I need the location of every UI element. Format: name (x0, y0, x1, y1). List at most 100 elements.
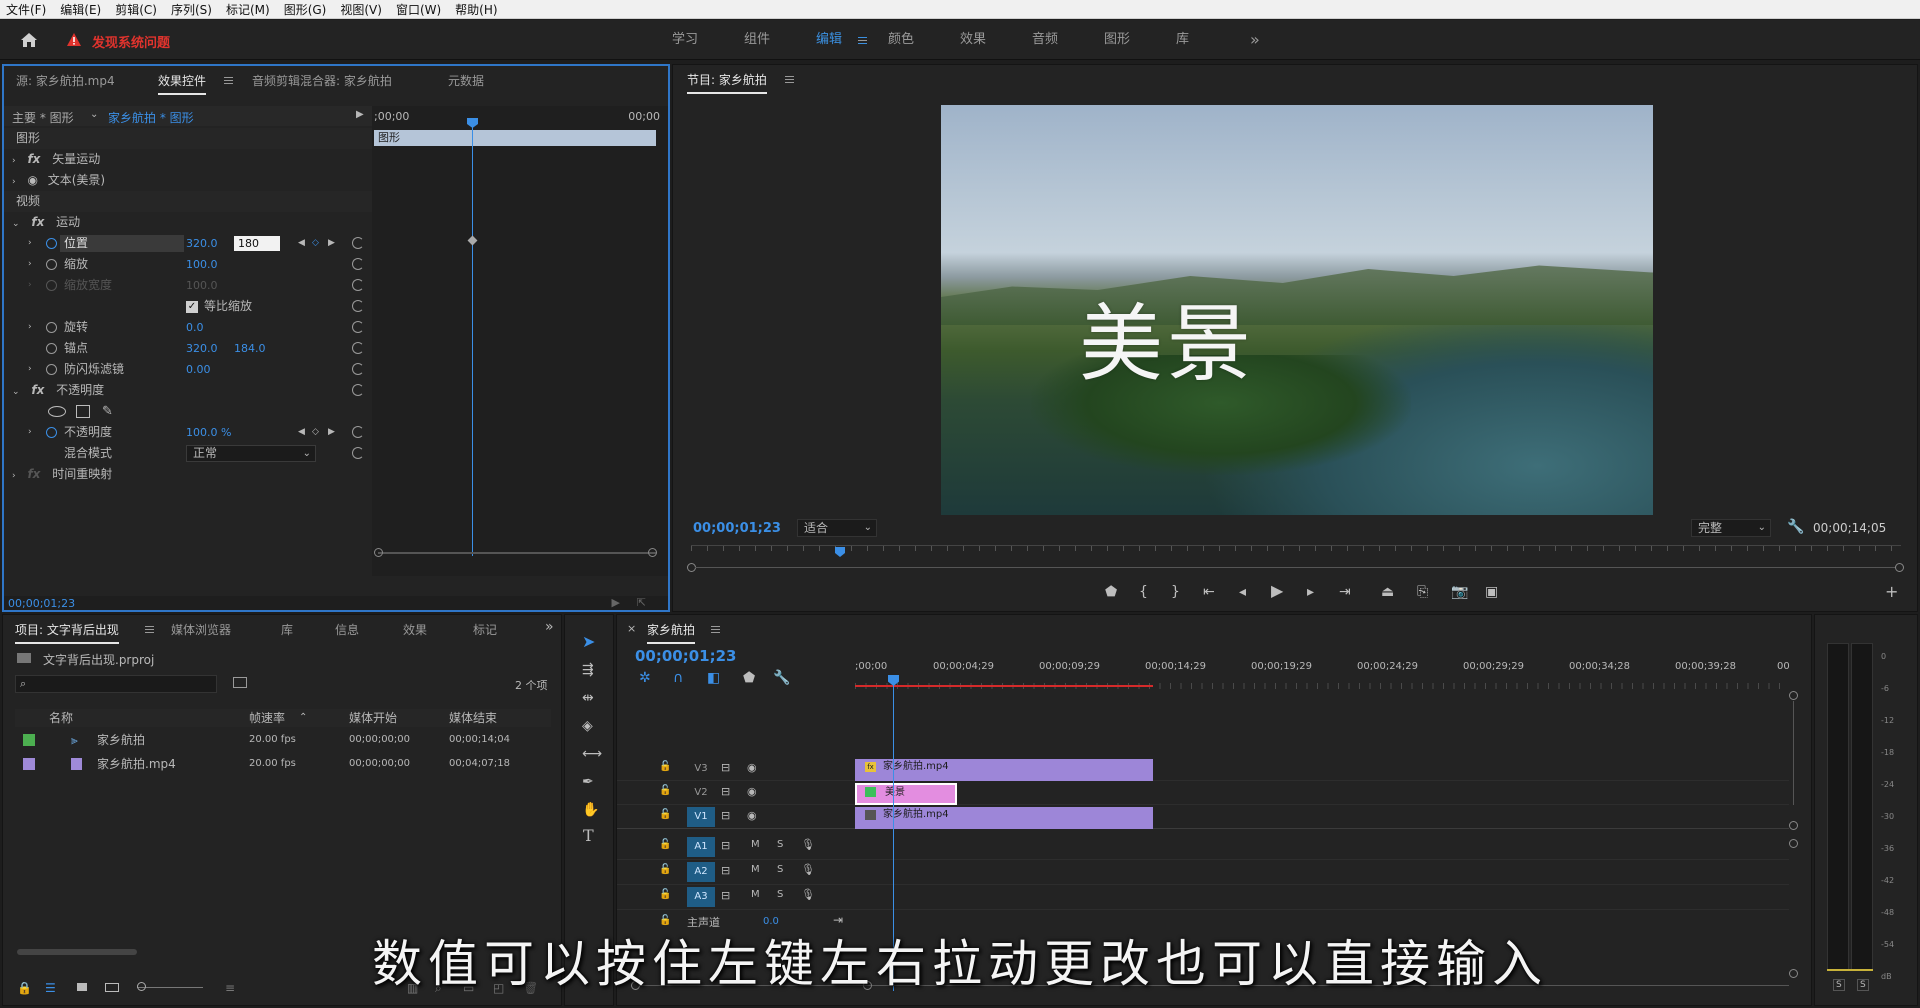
menu-help[interactable]: 帮助(H) (455, 1, 497, 18)
razor-tool-icon[interactable]: ◈ (582, 719, 593, 733)
add-button-icon[interactable]: + (1885, 584, 1898, 600)
ec-timeline[interactable]: ;00;00 00;00 图形 (372, 106, 668, 576)
vscroll-handle-bottom[interactable] (1789, 821, 1798, 830)
rotation-value[interactable]: 0.0 (186, 317, 204, 338)
reset-icon[interactable] (352, 279, 364, 291)
flicker-value[interactable]: 0.00 (186, 359, 211, 380)
export-frame-icon[interactable]: ⇱ (637, 596, 646, 609)
mark-in-icon[interactable]: { (1139, 585, 1148, 599)
play-icon[interactable]: ▶ (1271, 583, 1283, 599)
row-rotation[interactable]: › 旋转 0.0 (4, 317, 372, 338)
tab-markers[interactable]: 标记 (473, 621, 497, 638)
stopwatch-icon[interactable] (46, 343, 57, 354)
clip-v1[interactable]: 家乡航拍.mp4 (855, 807, 1153, 829)
col-media-end[interactable]: 媒体结束 (449, 709, 497, 727)
panel-menu-icon[interactable] (711, 626, 720, 633)
panel-menu-icon[interactable] (785, 76, 794, 83)
program-timecode[interactable]: 00;00;01;23 (693, 521, 781, 536)
warning-icon[interactable] (66, 32, 82, 47)
track-label-v2[interactable]: V2 (687, 783, 715, 803)
row-flicker[interactable]: › 防闪烁滤镜 0.00 (4, 359, 372, 380)
step-back-icon[interactable]: ◂ (1239, 585, 1246, 599)
scale-value[interactable]: 100.0 (186, 254, 218, 275)
next-keyframe-icon[interactable]: ▶ (328, 233, 335, 254)
prev-keyframe-icon[interactable]: ◀ (298, 233, 305, 254)
timeline-title[interactable]: 家乡航拍 (647, 621, 696, 644)
zoom-handle-right[interactable] (1895, 563, 1904, 572)
tab-media-browser[interactable]: 媒体浏览器 (171, 621, 231, 638)
stopwatch-icon[interactable] (46, 427, 57, 438)
col-name[interactable]: 名称 (49, 709, 73, 727)
row-time-remap[interactable]: › fx 时间重映射 (4, 464, 372, 485)
slip-tool-icon[interactable]: ⟷ (582, 747, 602, 761)
workspace-effects[interactable]: 效果 (960, 20, 986, 60)
stopwatch-icon[interactable] (46, 322, 57, 333)
col-media-start[interactable]: 媒体开始 (349, 709, 397, 727)
program-scrubber[interactable] (691, 545, 1901, 557)
tab-source[interactable]: 源: 家乡航拍.mp4 (16, 72, 115, 89)
solo-button[interactable]: S (777, 864, 783, 875)
fx-icon[interactable]: fx (27, 467, 40, 481)
add-keyframe-icon[interactable]: ◇ (312, 422, 319, 443)
home-icon[interactable] (20, 32, 38, 48)
vscroll-handle-audio-top[interactable] (1789, 839, 1798, 848)
pen-tool-icon[interactable]: ✒ (582, 775, 594, 789)
workspace-editing[interactable]: 编辑 (816, 20, 842, 60)
type-tool-icon[interactable]: T (583, 828, 594, 844)
play-only-icon[interactable]: ▶ (356, 109, 364, 120)
ellipse-mask-icon[interactable] (48, 406, 66, 417)
workspace-audio[interactable]: 音频 (1032, 20, 1058, 60)
stopwatch-icon[interactable] (46, 259, 57, 270)
expand-icon[interactable]: › (28, 422, 32, 443)
row-opacity-group[interactable]: ⌄ fx 不透明度 (4, 380, 372, 401)
sync-lock-icon[interactable]: ⊟ (721, 889, 730, 902)
title-overlay[interactable]: 美景 (1079, 277, 1255, 398)
menu-view[interactable]: 视图(V) (340, 1, 382, 18)
lock-icon[interactable]: 🔓 (659, 889, 671, 900)
reset-icon[interactable] (352, 300, 364, 312)
video-frame[interactable]: 美景 (941, 105, 1653, 515)
tab-metadata[interactable]: 元数据 (448, 72, 484, 89)
blend-mode-select[interactable]: 正常 ⌄ (186, 445, 316, 462)
row-motion[interactable]: ⌄ fx 运动 (4, 212, 372, 233)
track-label-a2[interactable]: A2 (687, 862, 715, 882)
keyframe-diamond[interactable] (467, 235, 478, 246)
track-label-a1[interactable]: A1 (687, 837, 715, 857)
mark-out-icon[interactable]: } (1171, 585, 1180, 599)
expand-icon[interactable]: › (12, 156, 16, 166)
col-fps[interactable]: 帧速率 (249, 709, 285, 727)
microphone-icon[interactable]: 🎙 (801, 838, 815, 851)
tab-libraries[interactable]: 库 (281, 621, 293, 638)
workspace-learn[interactable]: 学习 (672, 20, 698, 60)
eye-icon[interactable]: ◉ (27, 173, 37, 187)
solo-button[interactable]: S (777, 839, 783, 850)
ec-timecode[interactable]: 00;00;01;23 (8, 597, 75, 610)
row-blend-mode[interactable]: 混合模式 正常 ⌄ (4, 443, 372, 464)
reset-icon[interactable] (352, 342, 364, 354)
work-area-bar[interactable] (855, 685, 1153, 687)
timeline-timecode[interactable]: 00;00;01;23 (635, 647, 737, 665)
workspace-libraries[interactable]: 库 (1176, 20, 1189, 60)
expand-icon[interactable]: › (12, 471, 16, 481)
sync-lock-icon[interactable]: ⊟ (721, 785, 730, 798)
ripple-edit-tool-icon[interactable]: ⇹ (582, 691, 594, 705)
row-anchor[interactable]: 锚点 320.0 184.0 (4, 338, 372, 359)
wrench-icon[interactable]: 🔧 (1787, 519, 1804, 535)
tab-project[interactable]: 项目: 文字背后出现 (15, 621, 119, 644)
stopwatch-icon[interactable] (46, 364, 57, 375)
go-to-out-icon[interactable]: ⇥ (1339, 585, 1351, 599)
rectangle-mask-icon[interactable] (76, 405, 90, 418)
extract-icon[interactable]: ⎘ (1417, 585, 1428, 599)
lift-icon[interactable]: ⏏ (1381, 585, 1394, 599)
go-to-in-icon[interactable]: ⇤ (1203, 585, 1215, 599)
lock-icon[interactable]: 🔓 (659, 839, 671, 850)
more-workspaces-icon[interactable]: » (1250, 20, 1260, 60)
linked-selection-icon[interactable]: ∩ (673, 671, 683, 685)
eye-icon[interactable]: ◉ (747, 809, 757, 822)
hand-tool-icon[interactable]: ✋ (582, 803, 599, 817)
clip-v3[interactable]: fx 家乡航拍.mp4 (855, 759, 1153, 781)
microphone-icon[interactable]: 🎙 (801, 863, 815, 876)
tab-audio-mixer[interactable]: 音频剪辑混合器: 家乡航拍 (252, 72, 392, 89)
mute-button[interactable]: M (751, 839, 760, 850)
sync-lock-icon[interactable]: ⊟ (721, 809, 730, 822)
